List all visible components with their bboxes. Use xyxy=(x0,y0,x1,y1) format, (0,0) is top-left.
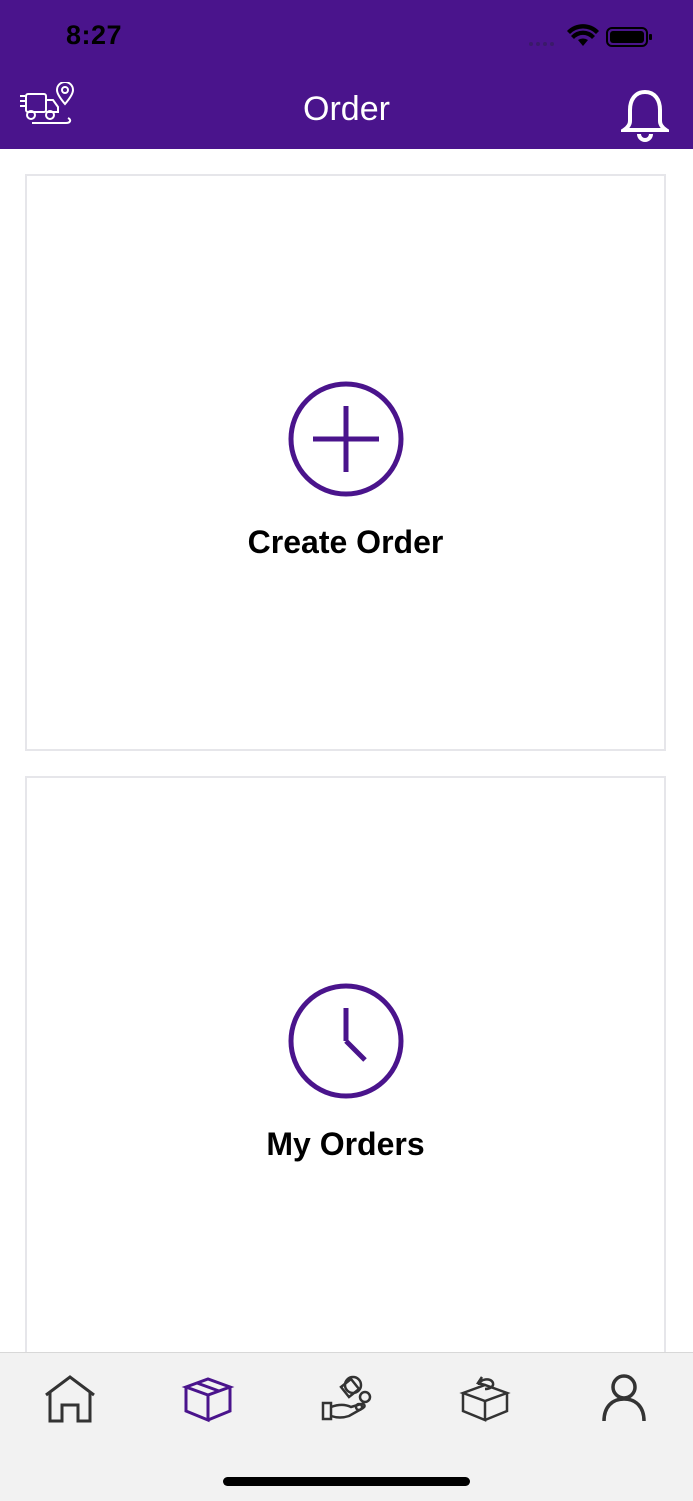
app-header: Order xyxy=(0,76,693,149)
tab-home[interactable] xyxy=(40,1373,100,1429)
tab-payments[interactable] xyxy=(317,1373,377,1429)
wifi-icon xyxy=(567,24,599,46)
home-icon xyxy=(45,1375,95,1423)
status-time: 8:27 xyxy=(66,20,123,50)
package-icon xyxy=(181,1377,235,1423)
create-order-label: Create Order xyxy=(247,524,444,560)
add-circle-icon xyxy=(27,381,664,502)
notification-bell-icon[interactable] xyxy=(617,86,673,149)
payment-icon xyxy=(321,1375,372,1421)
tab-returns[interactable] xyxy=(455,1373,515,1429)
return-package-icon xyxy=(459,1376,511,1422)
home-indicator xyxy=(223,1477,470,1486)
tab-profile[interactable] xyxy=(594,1373,654,1429)
status-icons xyxy=(527,24,657,54)
create-order-card[interactable]: Create Order xyxy=(25,174,666,751)
profile-icon xyxy=(602,1374,646,1422)
my-orders-label: My Orders xyxy=(266,1126,425,1162)
clock-icon xyxy=(27,983,664,1104)
battery-icon xyxy=(606,27,652,47)
my-orders-card[interactable]: My Orders xyxy=(25,776,666,1356)
status-bar: 8:27 xyxy=(0,0,693,76)
tab-orders[interactable] xyxy=(178,1373,238,1429)
page-title: Order xyxy=(303,90,390,128)
signal-icon xyxy=(529,42,554,46)
